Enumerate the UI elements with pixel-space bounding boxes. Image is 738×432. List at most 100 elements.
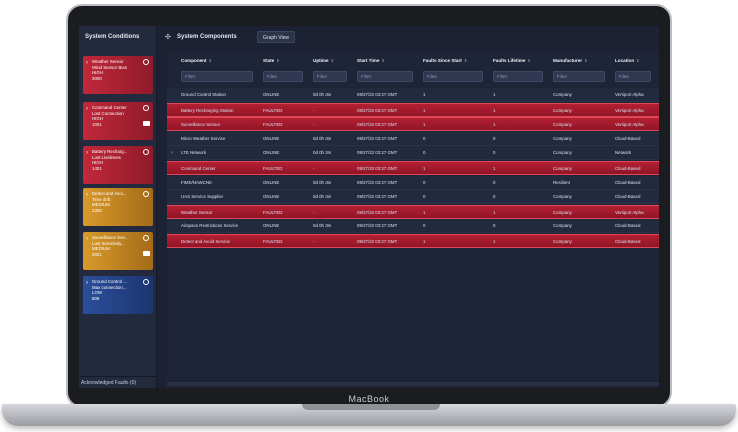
table-cell: 1 — [493, 166, 496, 171]
table-cell: 0 — [423, 194, 426, 200]
acknowledge-icon[interactable] — [143, 279, 149, 285]
table-cell: 0 — [493, 150, 496, 156]
acknowledge-icon[interactable] — [143, 149, 149, 155]
table-row[interactable]: Detect and Avoid Service FAULTED - 09/27/22… — [167, 234, 659, 248]
table-cell: 0 — [493, 223, 496, 229]
column-header[interactable]: Start Time ⇕ — [357, 54, 421, 68]
table-cell: Airspace Restrictions Service — [181, 223, 239, 229]
table-cell: Company — [553, 209, 572, 215]
table-cell: Cloud-Based — [615, 223, 641, 229]
column-header[interactable]: Manufacturer ⇕ — [553, 54, 613, 68]
fault-card[interactable]: › Command Center Lost Connection HIGH 1001 — [83, 102, 153, 140]
camera-icon[interactable] — [142, 121, 150, 126]
sort-icon[interactable]: ⇕ — [464, 58, 467, 63]
fault-card-code: 1001 — [92, 121, 102, 127]
chevron-right-icon[interactable]: › — [171, 146, 173, 160]
table-cell: - — [313, 122, 315, 128]
sidebar-title: System Conditions — [85, 34, 140, 40]
column-filter-input[interactable] — [357, 71, 413, 82]
column-header[interactable]: Uptime ⇕ — [313, 54, 355, 68]
acknowledge-icon[interactable] — [143, 59, 149, 65]
table-cell: 09/27/22 03:27 GMT — [357, 122, 398, 128]
table-row[interactable]: Airspace Restrictions Service ONLINE 0d 0h… — [167, 219, 659, 234]
sort-icon[interactable]: ⇕ — [209, 58, 212, 63]
fault-card-code: 2021 — [92, 251, 102, 257]
table-cell: Micro Weather Service — [181, 135, 226, 141]
collapse-sidebar-icon[interactable]: ✣ — [165, 33, 171, 41]
sort-icon[interactable]: ⇕ — [381, 58, 384, 63]
acknowledged-faults-toggle[interactable]: Acknowledged Faults (0) — [79, 376, 157, 388]
table-cell: Ground Control Station — [181, 92, 226, 97]
table-cell: Company — [553, 107, 572, 113]
table-row[interactable]: UAS Service Supplier ONLINE 0d 0h 3m 09/27/… — [167, 190, 659, 205]
table-cell: - — [313, 166, 315, 171]
column-header[interactable]: Location ⇕ — [615, 54, 659, 68]
table-horizontal-scrollbar[interactable] — [167, 382, 659, 386]
table-cell: 0 — [423, 135, 426, 141]
column-header[interactable]: Faults Lifetime ⇕ — [493, 54, 551, 68]
sort-icon[interactable]: ⇕ — [276, 58, 279, 63]
chevron-down-icon[interactable]: › — [86, 150, 88, 156]
fault-card[interactable]: › Battery Recharg... Lost Liveliness HIGH 14… — [83, 146, 153, 184]
chevron-down-icon[interactable]: › — [86, 280, 88, 286]
sort-icon[interactable]: ⇕ — [331, 58, 334, 63]
fault-card[interactable]: › Detect and Avoi... Time drift MEDIUM 2300 — [83, 188, 153, 226]
table-cell: 0d 0h 3m — [313, 135, 332, 141]
sort-icon[interactable]: ⇕ — [636, 58, 639, 63]
page-title: System Components — [177, 34, 237, 40]
table-row[interactable]: Surveillance Sensor FAULTED - 09/27/22 03:2… — [167, 117, 659, 132]
sort-icon[interactable]: ⇕ — [584, 58, 587, 63]
fault-card[interactable]: › Surveillance Sen... Lost Sensitivity... M… — [83, 232, 153, 270]
table-cell: Vertiport Alpha — [615, 107, 644, 113]
table-cell: Surveillance Sensor — [181, 122, 221, 128]
column-filter-input[interactable] — [423, 71, 483, 82]
table-row[interactable]: Weather Sensor FAULTED - 09/27/22 03:27 GMT… — [167, 204, 659, 219]
fault-card[interactable]: › Weather Sensor Wind Sensor Bias HIGH 2000 — [83, 56, 153, 94]
chevron-down-icon[interactable]: › — [86, 192, 88, 198]
camera-icon[interactable] — [142, 251, 150, 256]
column-filter-input[interactable] — [615, 71, 651, 82]
table-cell: FIMS/NAWCNK — [181, 179, 213, 185]
table-cell: 1 — [493, 92, 496, 97]
table-row[interactable]: FIMS/NAWCNK ONLINE 0d 0h 3m 09/27/22 03:27 … — [167, 175, 659, 190]
app-screen: System Conditions › Weather Sensor Wind Se… — [79, 26, 659, 388]
table-row[interactable]: › LTE Network ONLINE 0d 0h 3m 09/27/22 03:27… — [167, 146, 659, 161]
acknowledge-icon[interactable] — [143, 235, 149, 241]
graph-view-button[interactable]: Graph View — [257, 31, 296, 43]
table-cell: Cloud-Based — [615, 194, 641, 200]
table-cell: 0 — [423, 223, 426, 229]
table-cell: 09/27/22 03:27 GMT — [357, 135, 398, 141]
column-header[interactable]: Component ⇕ — [181, 54, 261, 68]
chevron-down-icon[interactable]: › — [86, 106, 88, 112]
table-cell: 1 — [493, 209, 496, 215]
column-header[interactable]: State ⇕ — [263, 54, 311, 68]
table-cell: 1 — [423, 122, 426, 128]
table-cell: ONLINE — [263, 92, 280, 97]
fault-card-code: 1401 — [92, 165, 102, 171]
table-header-row: Component ⇕ State ⇕ Uptime ⇕ Start Time ⇕ Faults… — [167, 54, 659, 68]
table-row[interactable]: Command Center FAULTED - 09/27/22 03:27 GMT… — [167, 161, 659, 175]
table-cell: 0 — [493, 135, 496, 141]
column-filter-input[interactable] — [263, 71, 303, 82]
column-filter-input[interactable] — [181, 71, 253, 82]
table-cell: FAULTED — [263, 107, 283, 113]
table-row[interactable]: Ground Control Station ONLINE 0d 0h 3m 09/2… — [167, 88, 659, 102]
base-notch — [302, 404, 440, 410]
acknowledge-icon[interactable] — [143, 105, 149, 111]
table-row[interactable]: Micro Weather Service ONLINE 0d 0h 3m 09/27… — [167, 131, 659, 146]
column-filter-input[interactable] — [493, 71, 543, 82]
table-cell: - — [313, 107, 315, 113]
table-cell: 1 — [423, 166, 426, 171]
column-filter-input[interactable] — [313, 71, 347, 82]
sort-icon[interactable]: ⇕ — [527, 58, 530, 63]
table-cell: 1 — [493, 107, 496, 113]
column-filter-input[interactable] — [553, 71, 605, 82]
table-cell: Weather Sensor — [181, 209, 213, 215]
fault-card[interactable]: › Ground Control ... Max connection... LOW 8… — [83, 276, 153, 314]
acknowledge-icon[interactable] — [143, 191, 149, 197]
column-header[interactable]: Faults Since Start ⇕ — [423, 54, 491, 68]
chevron-down-icon[interactable]: › — [86, 236, 88, 242]
table-cell: Company — [553, 239, 572, 244]
chevron-down-icon[interactable]: › — [86, 60, 88, 66]
table-row[interactable]: Battery Recharging Station FAULTED - 09/27/… — [167, 102, 659, 117]
